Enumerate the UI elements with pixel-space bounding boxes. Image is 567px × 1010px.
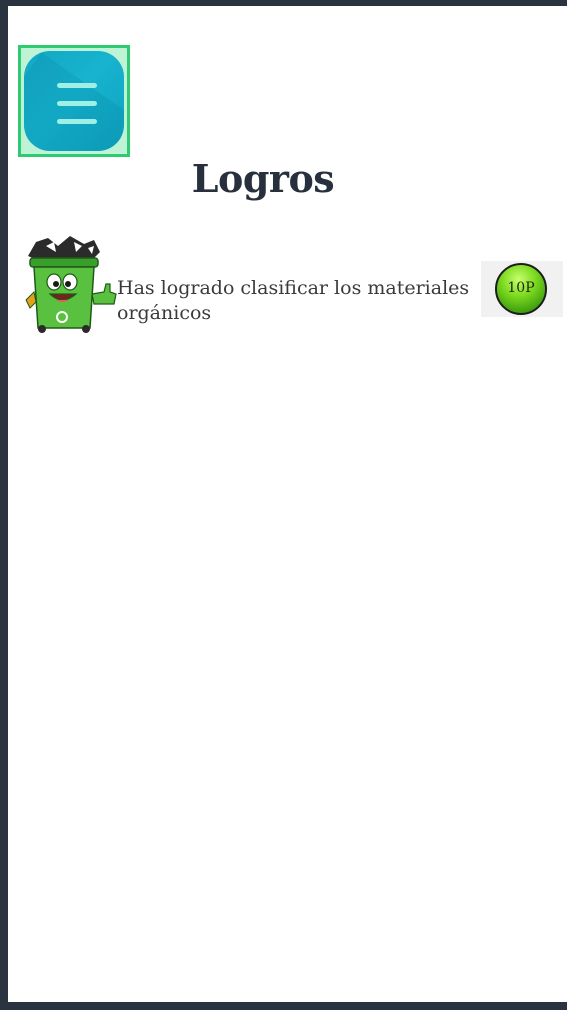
menu-button[interactable] — [24, 51, 124, 151]
page-title: Logros — [191, 156, 335, 201]
recycle-bin-mascot-icon — [25, 236, 117, 333]
menu-button-highlight[interactable] — [18, 45, 130, 157]
app-screen: Logros Has logrado clasificar los materi… — [8, 6, 567, 1002]
points-badge: 10P — [495, 263, 547, 315]
menu-icon — [57, 83, 97, 124]
achievement-item: Has logrado clasificar los materiales or… — [22, 234, 567, 334]
achievement-text: Has logrado clasificar los materiales or… — [117, 277, 470, 324]
points-badge-container: 10P — [481, 261, 563, 317]
